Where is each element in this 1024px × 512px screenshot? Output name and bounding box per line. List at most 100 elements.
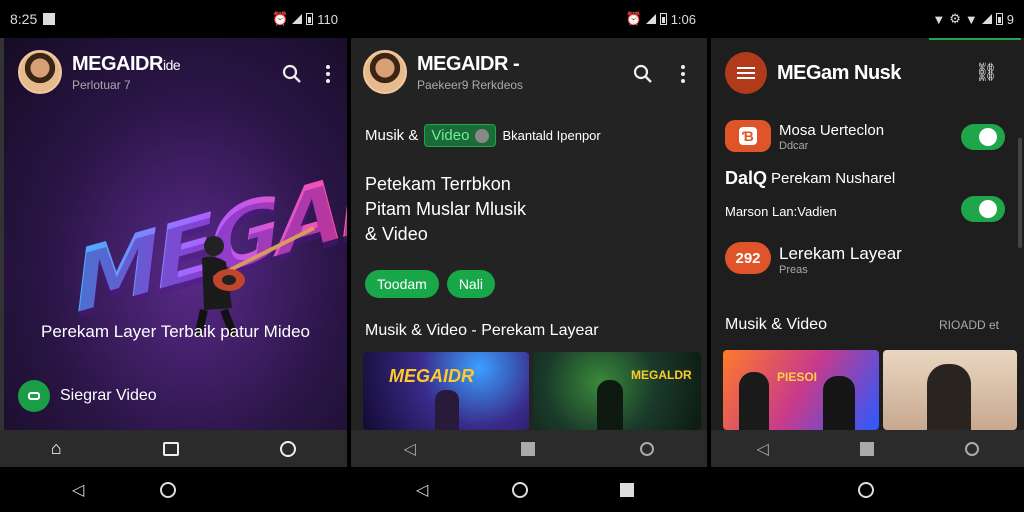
headline: Petekam Terrbkon Pitam Muslar Mlusik & V… (365, 172, 526, 247)
home-icon[interactable]: ⌂ (51, 438, 62, 459)
clock-icon (475, 128, 490, 143)
history-icon[interactable] (964, 441, 979, 456)
video-thumbnail[interactable]: PIESOI (723, 350, 879, 430)
performer-silhouette (597, 380, 623, 430)
alarm-icon: ⏰ (272, 11, 289, 26)
link-icon[interactable]: ⛓ (975, 62, 998, 83)
section-title: Musik & Video (725, 316, 827, 333)
app-subtitle: Paekeer9 Rerkdeos (417, 77, 524, 92)
menu-icon (737, 67, 755, 79)
row-subtitle: Preas (779, 264, 808, 276)
screen-settings: MEGam Nusk ⛓ Ɓ Mosa Uerteclon Ddcar DalQ… (711, 38, 1024, 430)
filter-row: Musik & Video Bkantald Ipenpor (365, 124, 601, 147)
video-thumbnail[interactable]: MEGALDR (533, 352, 701, 430)
section-meta: RIOADD et (939, 318, 1000, 332)
avatar[interactable] (18, 50, 62, 94)
app-subtitle: Perlotuar 7 (72, 77, 131, 92)
row-subtitle: Ddcar (779, 140, 809, 152)
title-suffix: ide (162, 56, 181, 73)
download-button[interactable]: Toodam (365, 270, 439, 298)
status-time: 8:25 (10, 11, 38, 27)
headline-line: & Video (365, 224, 428, 244)
chat-icon[interactable] (640, 441, 655, 456)
thumbnail-title: PIESOI (777, 370, 818, 384)
signal-icon (292, 14, 303, 24)
app-title: MEGAIDRide (72, 52, 181, 75)
home-circle-icon[interactable] (160, 481, 176, 498)
signal-icon (981, 14, 992, 24)
section-title: Musik & Video - Perekam Layear (365, 322, 599, 339)
row-label: Marson Lan:Vadien (725, 204, 837, 219)
battery-icon (659, 13, 667, 25)
bottom-nav-1: ⌂ (0, 430, 347, 467)
scrollbar[interactable] (1018, 138, 1022, 248)
wifi-icon: ▼ (932, 11, 946, 27)
count-badge: 292 (725, 242, 771, 274)
app-icon: Ɓ (725, 120, 771, 152)
screen-discover: MEGAIDR - Paekeer9 Rerkdeos Musik & Vide… (351, 38, 707, 430)
back-icon[interactable]: ◁ (756, 439, 768, 459)
record-video-action[interactable]: Siegrar Video (18, 380, 157, 412)
row-title: Perekam Nusharel (771, 169, 896, 187)
library-icon[interactable] (162, 441, 179, 456)
person-silhouette (927, 364, 971, 430)
hero-artwork: MEGADR (64, 123, 347, 338)
settings-row[interactable]: DalQ Perekam Nusharel (725, 166, 1015, 190)
back-icon[interactable]: ◁ (416, 480, 428, 500)
battery-icon (995, 13, 1003, 25)
progress-indicator (929, 38, 1021, 40)
recents-icon[interactable] (521, 441, 536, 456)
notification-icon (43, 13, 56, 25)
tagline: Perekam Layer Terbaik patur Mideo (41, 322, 310, 341)
settings-row[interactable]: Ɓ Mosa Uerteclon Ddcar (725, 120, 1015, 154)
status-bar-1: 8:25 ⏰ 110 (0, 0, 348, 38)
status-time: 1:06 (670, 11, 696, 27)
app-title: MEGAIDR - (417, 52, 520, 75)
toggle-switch[interactable] (961, 124, 1005, 150)
performer-silhouette (435, 390, 459, 430)
status-value: 9 (1006, 11, 1014, 27)
video-thumbnail[interactable] (883, 350, 1017, 430)
search-icon[interactable] (631, 62, 655, 86)
bottom-nav-2: ◁ (351, 430, 707, 467)
person-silhouette (823, 376, 855, 430)
settings-row[interactable]: Marson Lan:Vadien (725, 196, 1015, 224)
history-icon[interactable] (280, 440, 297, 457)
avatar[interactable] (363, 50, 407, 94)
search-icon[interactable] (280, 62, 304, 86)
record-video-label: Siegrar Video (60, 387, 157, 404)
status-bar-2: ⏰ 1:06 (348, 0, 710, 38)
row-title: Mosa Uerteclon (779, 122, 885, 139)
row-label-a: DalQ (725, 167, 768, 188)
guitarist-illustration (194, 226, 315, 338)
battery-icon (306, 13, 314, 25)
home-circle-icon[interactable] (858, 481, 874, 498)
more-options-icon[interactable] (671, 62, 695, 86)
filter-chip-label: Video (431, 127, 470, 144)
menu-button[interactable] (725, 52, 767, 94)
filter-prefix: Musik & (365, 127, 419, 144)
home-circle-icon[interactable] (512, 481, 528, 498)
alarm-icon: ⏰ (625, 11, 642, 26)
thumbnail-title: MEGAIDR (389, 366, 474, 386)
headline-line: Pitam Muslar Mlusik (365, 199, 527, 219)
signal-icon (645, 14, 656, 24)
settings-row[interactable]: 292 Lerekam Layear Preas (725, 240, 1015, 280)
recents-icon[interactable] (859, 441, 874, 456)
filter-chip-video[interactable]: Video (424, 124, 497, 147)
record-icon (18, 380, 50, 412)
toggle-switch[interactable] (961, 196, 1005, 222)
recents-icon[interactable] (620, 482, 634, 497)
status-bar-3: ▼ ⚙ ▼ 9 (710, 0, 1024, 38)
row-title: Lerekam Layear (779, 244, 902, 263)
screen-home: MEGAIDRide Perlotuar 7 MEGADR Perekam La… (0, 38, 347, 430)
next-button[interactable]: Nali (446, 270, 495, 298)
wifi-icon: ▼ (964, 11, 978, 27)
more-options-icon[interactable] (316, 62, 340, 86)
video-thumbnail[interactable]: MEGAIDR (363, 352, 529, 430)
headline-line: Petekam Terrbkon (365, 174, 511, 194)
back-icon[interactable]: ◁ (72, 480, 84, 500)
filter-suffix: Bkantald Ipenpor (502, 128, 601, 143)
app-title: MEGam Nusk (777, 62, 901, 84)
back-icon[interactable]: ◁ (404, 439, 416, 459)
